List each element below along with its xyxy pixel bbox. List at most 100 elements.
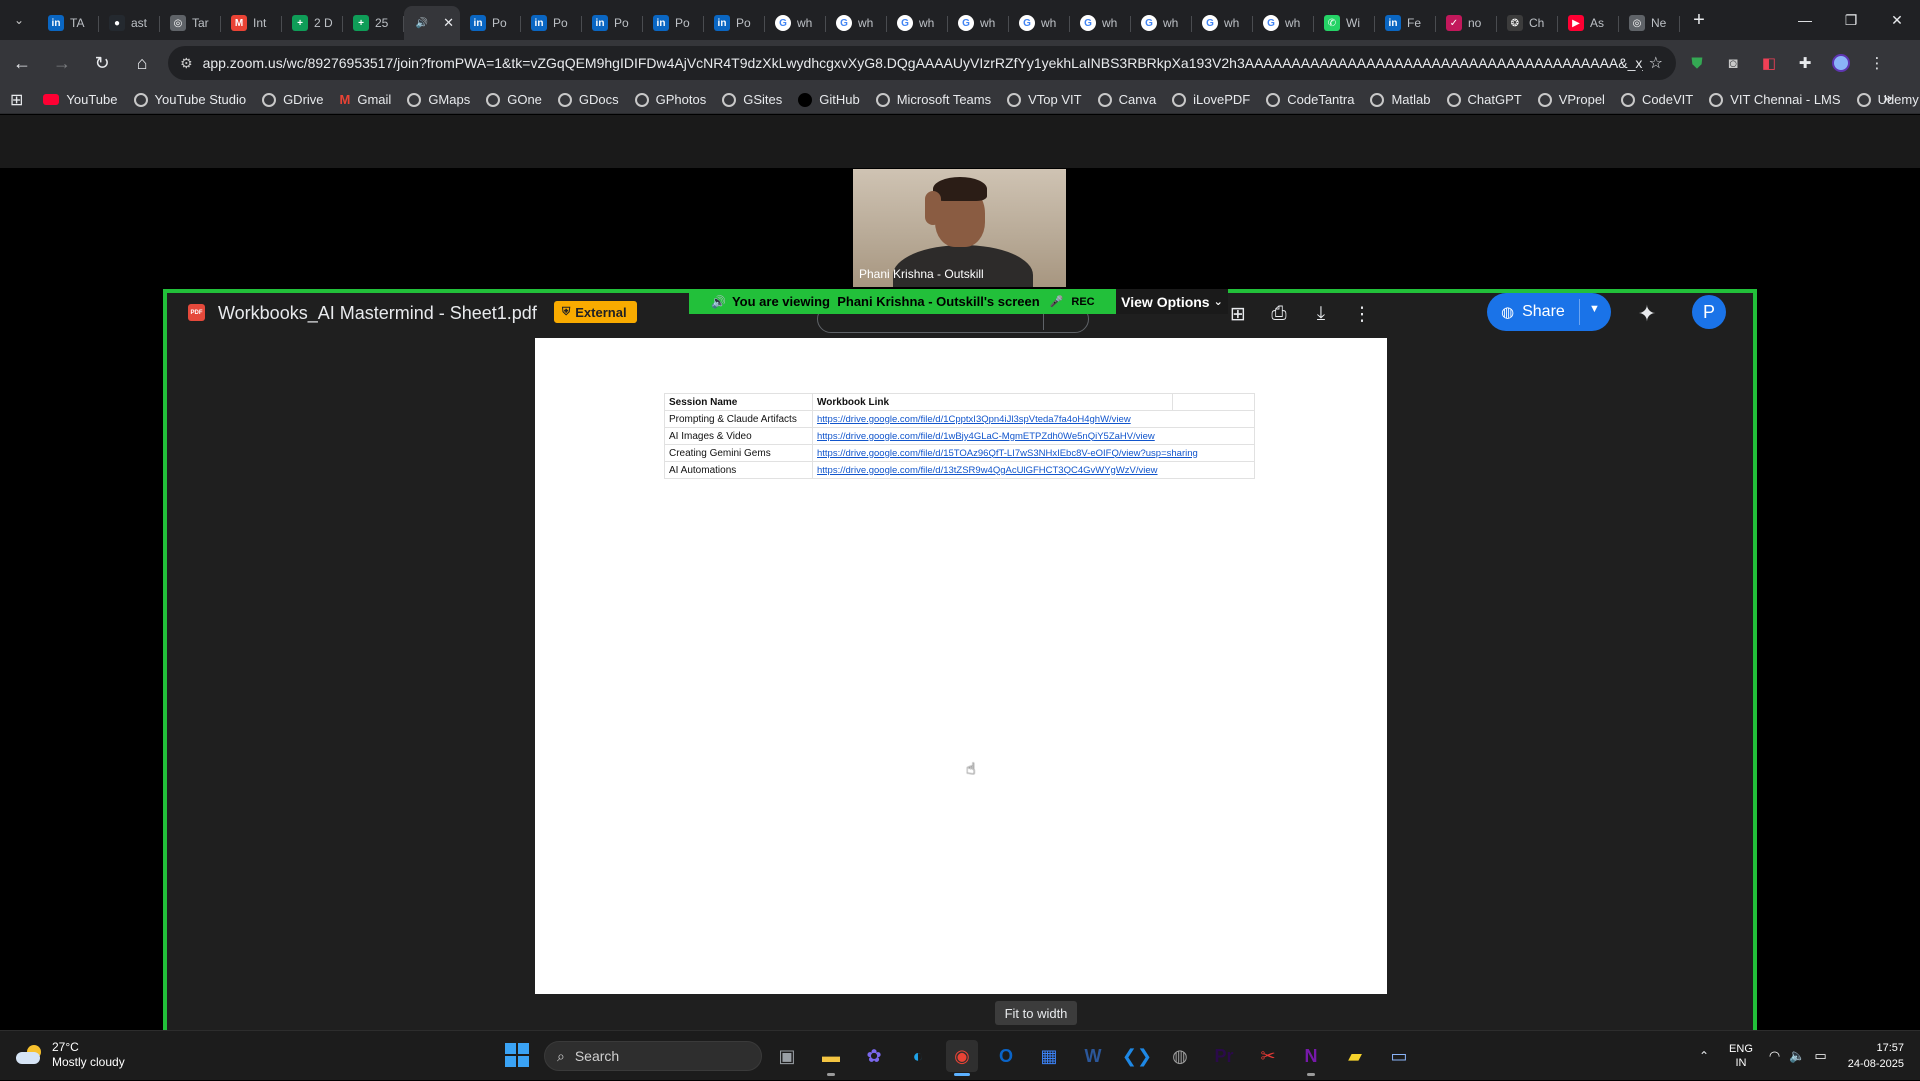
browser-tab[interactable]: ● ast	[99, 6, 160, 40]
browser-tab[interactable]: ◎ Ne	[1619, 6, 1680, 40]
browser-tab[interactable]: Gwh	[1131, 6, 1192, 40]
view-options-button[interactable]: View Options ⌄	[1116, 289, 1228, 314]
browser-tab[interactable]: Gwh	[948, 6, 1009, 40]
bookmark-item[interactable]: Canva	[1097, 92, 1156, 107]
chrome-icon[interactable]: ◉	[946, 1040, 978, 1076]
ms-store-icon[interactable]: ▦	[1033, 1040, 1065, 1072]
bookmark-item[interactable]: CodeVIT	[1620, 92, 1693, 107]
forward-button[interactable]: →	[44, 45, 80, 81]
profile-avatar-icon[interactable]	[1826, 48, 1856, 78]
workbook-link[interactable]: https://drive.google.com/file/d/1CpptxI3…	[817, 414, 1131, 425]
workbook-link[interactable]: https://drive.google.com/file/d/1wBjy4GL…	[817, 431, 1155, 442]
camera-extension-icon[interactable]: ◙	[1718, 48, 1748, 78]
premiere-icon[interactable]: Pr	[1208, 1040, 1240, 1072]
browser-tab[interactable]: ✓ no	[1436, 6, 1497, 40]
vscode-icon[interactable]: ❮❯	[1121, 1040, 1153, 1072]
browser-tab[interactable]: Gwh	[1009, 6, 1070, 40]
participant-video[interactable]: Phani Krishna - Outskill	[853, 169, 1066, 287]
bookmark-item[interactable]: iLovePDF	[1172, 92, 1250, 107]
browser-tab[interactable]: 🔊 ✕	[404, 6, 460, 40]
bookmark-item[interactable]: Matlab	[1370, 92, 1431, 107]
tab-search-button[interactable]: ⌄	[0, 0, 38, 40]
shield-extension-icon[interactable]: ⛊	[1682, 48, 1712, 78]
site-info-icon[interactable]: ⚙	[180, 55, 193, 72]
bookmark-item[interactable]: CodeTantra	[1266, 92, 1354, 107]
show-hidden-icons-icon[interactable]: ⌃	[1699, 1049, 1709, 1063]
task-view-icon[interactable]: ▣	[771, 1040, 803, 1072]
new-tab-button[interactable]: +	[1684, 0, 1714, 40]
browser-tab[interactable]: ◎ Tar	[160, 6, 221, 40]
bookmark-item[interactable]: VTop VIT	[1007, 92, 1082, 107]
edge-icon[interactable]: ◐	[902, 1040, 934, 1072]
caret-down-icon[interactable]: ▼	[1589, 303, 1600, 315]
browser-tab[interactable]: in Po	[460, 6, 521, 40]
browser-tab[interactable]: +25	[343, 6, 404, 40]
download-icon[interactable]: ⤓	[1304, 297, 1338, 331]
snipping-tool-icon[interactable]: ✂	[1252, 1040, 1284, 1072]
bookmark-item[interactable]: GDrive	[262, 92, 324, 107]
browser-tab[interactable]: Gwh	[765, 6, 826, 40]
close-tab-icon[interactable]: ✕	[443, 15, 454, 31]
print-icon[interactable]: ⎙	[1262, 297, 1296, 331]
bookmark-item[interactable]: GMaps	[407, 92, 470, 107]
taskbar-search[interactable]: ⌕ Search	[544, 1041, 762, 1071]
workbook-link[interactable]: https://drive.google.com/file/d/15TOAz96…	[817, 448, 1198, 459]
browser-tab[interactable]: Gwh	[1070, 6, 1131, 40]
browser-tab[interactable]: +2 D	[282, 6, 343, 40]
zoom-app-icon[interactable]: ▭	[1383, 1040, 1415, 1072]
avatar[interactable]: P	[1692, 295, 1726, 329]
bookmark-item[interactable]: VIT Chennai - LMS	[1709, 92, 1841, 107]
browser-tab[interactable]: Gwh	[1253, 6, 1314, 40]
extensions-puzzle-icon[interactable]: ✚	[1790, 48, 1820, 78]
browser-tab[interactable]: in Po	[704, 6, 765, 40]
bookmark-item[interactable]: Microsoft Teams	[875, 92, 991, 107]
weather-widget[interactable]: 27°C Mostly cloudy	[16, 1040, 125, 1070]
browser-tab[interactable]: Gwh	[1192, 6, 1253, 40]
gemini-sparkle-icon[interactable]: ✦	[1630, 297, 1664, 331]
browser-tab[interactable]: in Po	[521, 6, 582, 40]
bookmark-item[interactable]: GPhotos	[634, 92, 706, 107]
browser-tab[interactable]: ❂ Ch	[1497, 6, 1558, 40]
volume-icon[interactable]: 🔈	[1789, 1048, 1805, 1064]
browser-tab[interactable]: in Fe	[1375, 6, 1436, 40]
browser-tab[interactable]: ▶ As	[1558, 6, 1619, 40]
bookmark-item[interactable]: VPropel	[1537, 92, 1605, 107]
more-bookmarks-icon[interactable]: »	[1883, 90, 1892, 108]
browser-tab[interactable]: M Int	[221, 6, 282, 40]
language-indicator[interactable]: ENG IN	[1729, 1042, 1753, 1070]
battery-icon[interactable]: ▭	[1814, 1048, 1826, 1064]
browser-tab[interactable]: in Po	[643, 6, 704, 40]
share-button[interactable]: ◍ Share ▼	[1487, 293, 1611, 331]
close-window-button[interactable]: ✕	[1874, 0, 1920, 40]
restore-button[interactable]: ❐	[1828, 0, 1874, 40]
file-explorer-icon[interactable]: ▬	[815, 1040, 847, 1076]
browser-tab[interactable]: ✆ Wi	[1314, 6, 1375, 40]
bookmark-item[interactable]: YouTube Studio	[133, 92, 246, 107]
start-button[interactable]	[505, 1043, 529, 1067]
bookmark-item[interactable]: GOne	[486, 92, 542, 107]
clock[interactable]: 17:57 24-08-2025	[1848, 1040, 1904, 1072]
workbook-link[interactable]: https://drive.google.com/file/d/13tZSR9w…	[817, 465, 1158, 476]
browser-tab[interactable]: Gwh	[826, 6, 887, 40]
apps-grid-icon[interactable]: ⊞	[10, 90, 23, 110]
bookmark-star-icon[interactable]: ☆	[1649, 53, 1663, 73]
copilot-icon[interactable]: ✿	[858, 1040, 890, 1072]
bookmark-item[interactable]: ChatGPT	[1446, 92, 1522, 107]
url-text[interactable]: app.zoom.us/wc/89276953517/join?fromPWA=…	[203, 55, 1643, 71]
pocket-extension-icon[interactable]: ◧	[1754, 48, 1784, 78]
onenote-icon[interactable]: N	[1295, 1040, 1327, 1076]
home-button[interactable]: ⌂	[124, 45, 160, 81]
more-options-icon[interactable]: ⋮	[1345, 297, 1379, 331]
minimize-button[interactable]: —	[1782, 0, 1828, 40]
wifi-icon[interactable]: ◠	[1769, 1048, 1780, 1064]
browser-menu-icon[interactable]: ⋮	[1862, 48, 1892, 78]
browser-tab[interactable]: Gwh	[887, 6, 948, 40]
bookmark-item[interactable]: YouTube	[43, 92, 118, 107]
bookmark-item[interactable]: GitHub	[798, 92, 860, 107]
reload-button[interactable]: ↻	[84, 45, 120, 81]
bookmark-item[interactable]: GDocs	[557, 92, 619, 107]
bookmark-item[interactable]: M Gmail	[340, 92, 392, 107]
word-icon[interactable]: W	[1077, 1040, 1109, 1072]
browser-tab[interactable]: in Po	[582, 6, 643, 40]
sticky-notes-icon[interactable]: ▰	[1339, 1040, 1371, 1072]
